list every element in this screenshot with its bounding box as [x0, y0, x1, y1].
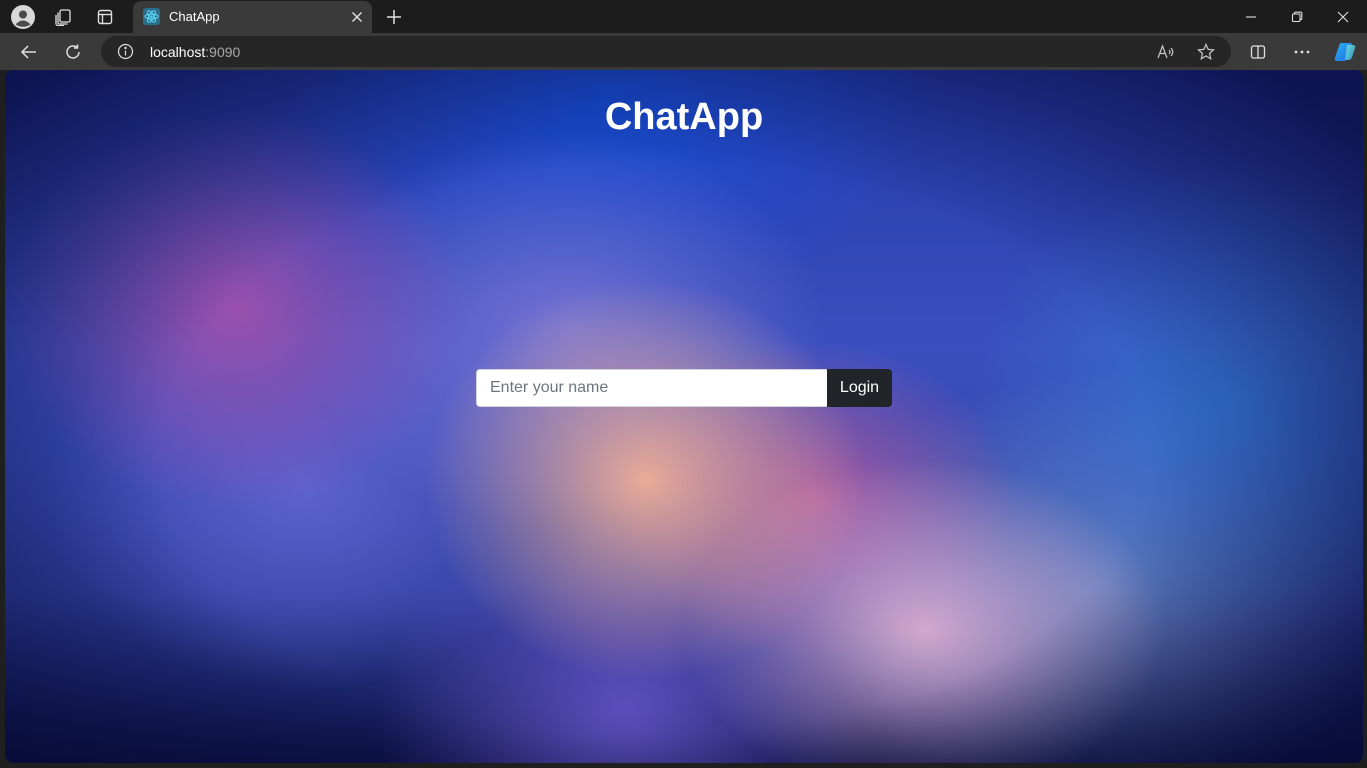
plus-icon — [387, 10, 401, 24]
login-form: Login — [476, 369, 892, 407]
url-host: localhost — [150, 44, 206, 60]
more-button[interactable] — [1287, 37, 1317, 67]
more-icon — [1294, 50, 1310, 54]
page-title: ChatApp — [604, 96, 764, 138]
info-icon[interactable] — [117, 43, 134, 60]
read-aloud-icon[interactable] — [1156, 42, 1176, 62]
copilot-button[interactable] — [1330, 37, 1360, 67]
restore-icon — [1291, 11, 1303, 22]
page-viewport: ChatApp Login — [5, 70, 1363, 763]
profile-icon[interactable] — [10, 4, 36, 30]
split-screen-button[interactable] — [1243, 37, 1273, 67]
tab-chatapp[interactable]: ChatApp — [133, 1, 372, 33]
url-port: :9090 — [205, 44, 241, 60]
name-input[interactable] — [476, 369, 827, 407]
restore-button[interactable] — [1274, 0, 1320, 33]
close-icon[interactable] — [348, 8, 366, 26]
workspaces-icon[interactable] — [50, 4, 76, 30]
minimize-button[interactable] — [1228, 0, 1274, 33]
tab-strip: ChatApp — [0, 0, 1367, 33]
close-window-button[interactable] — [1320, 0, 1366, 33]
address-bar[interactable]: localhost:9090 — [101, 36, 1231, 67]
browser-toolbar: localhost:9090 — [0, 33, 1367, 70]
tab-title: ChatApp — [169, 9, 220, 24]
login-button[interactable]: Login — [827, 369, 892, 407]
close-icon — [1337, 11, 1349, 22]
copilot-icon — [1334, 43, 1356, 61]
refresh-button[interactable] — [58, 37, 88, 67]
back-arrow-icon — [20, 45, 36, 59]
minimize-icon — [1246, 15, 1256, 18]
tab-actions-icon[interactable] — [92, 4, 118, 30]
url-text[interactable]: localhost:9090 — [150, 44, 240, 60]
browser-window: ChatApp localhost:9090 ChatApp Enter you… — [0, 0, 1367, 768]
react-icon — [143, 8, 160, 25]
background-gradient — [5, 70, 1363, 763]
new-tab-button[interactable] — [381, 4, 407, 30]
refresh-icon — [66, 44, 80, 59]
star-icon[interactable] — [1196, 42, 1216, 62]
back-button[interactable] — [14, 37, 44, 67]
split-screen-icon — [1250, 45, 1266, 59]
